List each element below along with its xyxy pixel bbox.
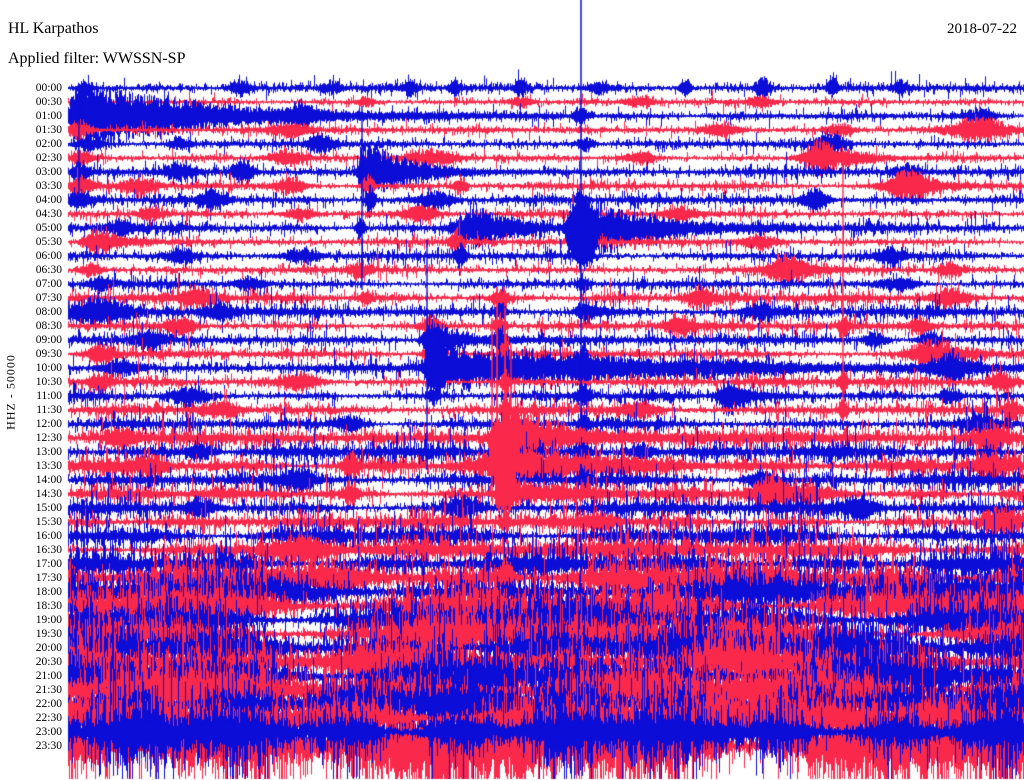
- time-label: 18:30: [0, 601, 62, 612]
- time-label: 11:30: [0, 405, 62, 416]
- time-label: 01:00: [0, 111, 62, 122]
- time-label: 17:00: [0, 559, 62, 570]
- time-label: 17:30: [0, 573, 62, 584]
- time-label: 19:30: [0, 629, 62, 640]
- time-label: 05:30: [0, 237, 62, 248]
- time-label: 09:30: [0, 349, 62, 360]
- time-label: 04:00: [0, 195, 62, 206]
- time-label: 22:30: [0, 713, 62, 724]
- time-label: 20:30: [0, 657, 62, 668]
- time-label: 22:00: [0, 699, 62, 710]
- time-label: 10:00: [0, 363, 62, 374]
- time-label: 23:00: [0, 727, 62, 738]
- date-label: 2018-07-22: [947, 21, 1017, 38]
- time-label: 01:30: [0, 125, 62, 136]
- time-label: 06:00: [0, 251, 62, 262]
- time-label: 19:00: [0, 615, 62, 626]
- time-label: 06:30: [0, 265, 62, 276]
- time-label: 23:30: [0, 741, 62, 752]
- time-label: 07:00: [0, 279, 62, 290]
- time-label: 12:30: [0, 433, 62, 444]
- time-label: 16:00: [0, 531, 62, 542]
- time-label: 00:00: [0, 83, 62, 94]
- time-label: 15:30: [0, 517, 62, 528]
- time-label: 09:00: [0, 335, 62, 346]
- time-label: 11:00: [0, 391, 62, 402]
- time-label: 16:30: [0, 545, 62, 556]
- filter-label: Applied filter: WWSSN-SP: [8, 50, 185, 68]
- time-label: 08:30: [0, 321, 62, 332]
- time-label: 14:00: [0, 475, 62, 486]
- time-label: 18:00: [0, 587, 62, 598]
- time-label: 12:00: [0, 419, 62, 430]
- time-label: 13:30: [0, 461, 62, 472]
- time-label: 02:00: [0, 139, 62, 150]
- time-label: 21:00: [0, 671, 62, 682]
- time-label: 03:30: [0, 181, 62, 192]
- time-label: 05:00: [0, 223, 62, 234]
- time-label: 03:00: [0, 167, 62, 178]
- time-label: 14:30: [0, 489, 62, 500]
- station-name: HL Karpathos: [8, 20, 99, 38]
- time-label: 04:30: [0, 209, 62, 220]
- time-label: 07:30: [0, 293, 62, 304]
- time-label: 21:30: [0, 685, 62, 696]
- helicorder-page: HL Karpathos Applied filter: WWSSN-SP 20…: [0, 0, 1024, 780]
- time-label: 15:00: [0, 503, 62, 514]
- time-label: 00:30: [0, 97, 62, 108]
- time-label: 10:30: [0, 377, 62, 388]
- time-label: 13:00: [0, 447, 62, 458]
- helicorder-canvas: [0, 0, 1024, 780]
- time-label: 02:30: [0, 153, 62, 164]
- time-label: 08:00: [0, 307, 62, 318]
- time-label: 20:00: [0, 643, 62, 654]
